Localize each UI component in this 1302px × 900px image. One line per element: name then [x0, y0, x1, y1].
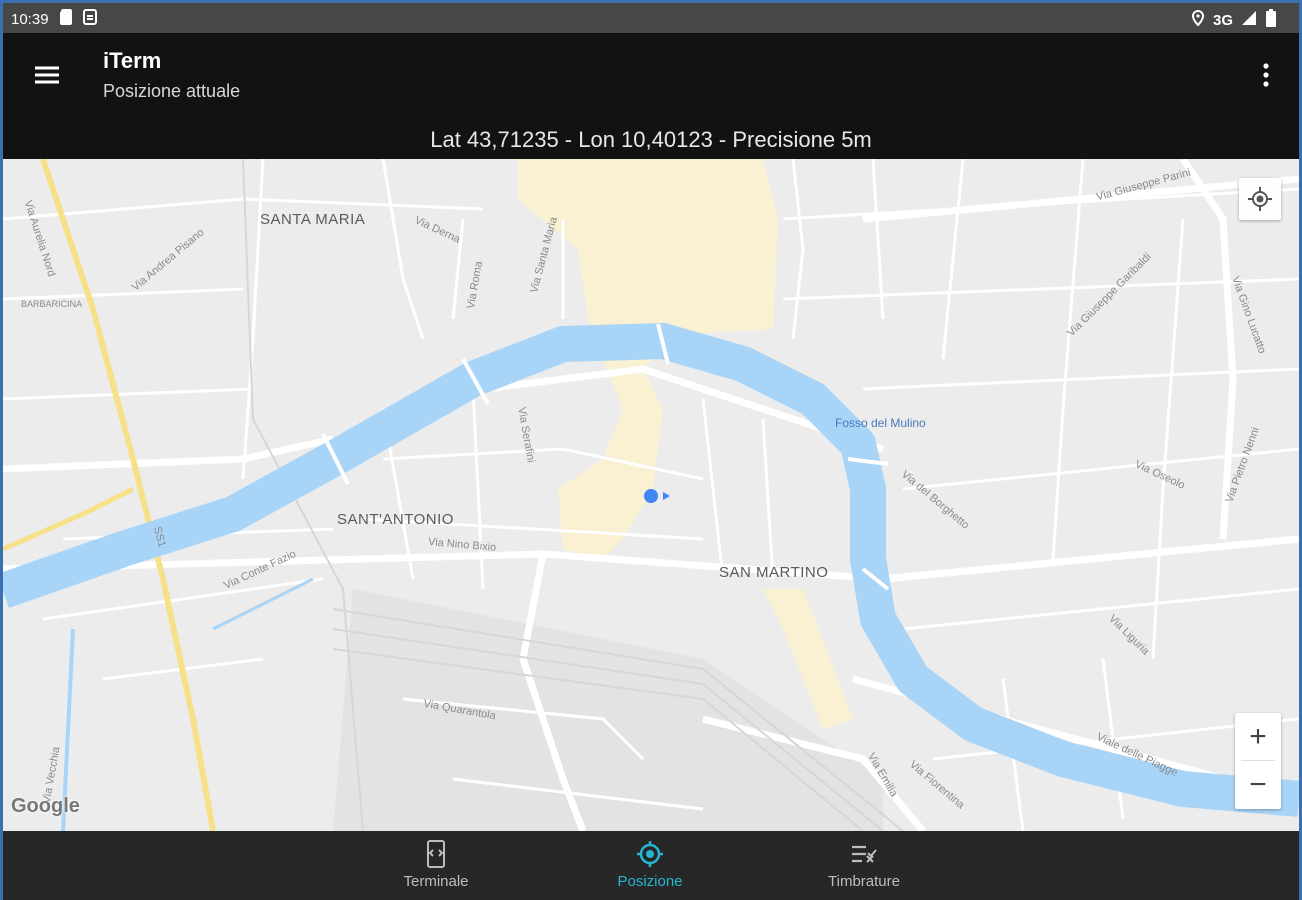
network-type: 3G: [1212, 11, 1233, 29]
map-canvas: [3, 159, 1299, 831]
phone-terminal-icon: [427, 840, 445, 868]
battery-icon: [1265, 9, 1277, 31]
app-bar: iTerm Posizione attuale: [3, 33, 1299, 127]
location-icon: [1191, 9, 1205, 30]
my-location-icon[interactable]: [1239, 178, 1281, 220]
app-window: 10:39 3G iTerm Posizione attuale Lat 43,…: [0, 0, 1302, 900]
gps-target-icon: [637, 841, 663, 867]
more-vertical-icon[interactable]: [1251, 59, 1281, 93]
download-icon: [82, 9, 97, 29]
current-location-marker: [644, 489, 658, 503]
hamburger-menu-icon[interactable]: [29, 57, 65, 93]
water-label: Fosso del Mulino: [835, 416, 926, 430]
nav-label: Posizione: [617, 873, 683, 890]
bottom-navigation: Terminale Posizione Timbrature: [3, 831, 1299, 900]
area-label: SANT'ANTONIO: [337, 511, 454, 528]
nav-timbrature[interactable]: Timbrature: [809, 839, 919, 899]
small-area-label: BARBARICINA: [21, 299, 83, 309]
signal-icon: [1241, 10, 1257, 30]
location-info: Lat 43,71235 - Lon 10,40123 - Precisione…: [3, 127, 1299, 159]
nav-label: Terminale: [403, 873, 469, 890]
checklist-icon: [852, 845, 877, 863]
area-label: SANTA MARIA: [260, 211, 366, 228]
google-logo: Google: [11, 795, 80, 817]
app-subtitle: Posizione attuale: [103, 81, 241, 101]
map-view[interactable]: SANTA MARIA SANT'ANTONIO SAN MARTINO BAR…: [3, 159, 1299, 831]
nav-terminale[interactable]: Terminale: [381, 839, 491, 899]
app-title: iTerm: [103, 48, 162, 73]
zoom-in-button[interactable]: +: [1235, 713, 1281, 761]
nav-label: Timbrature: [828, 873, 900, 890]
nav-posizione[interactable]: Posizione: [595, 839, 705, 899]
zoom-controls: + −: [1235, 713, 1281, 809]
status-bar: 10:39 3G: [3, 3, 1299, 33]
zoom-out-button[interactable]: −: [1235, 761, 1281, 809]
status-time: 10:39: [11, 10, 49, 28]
sd-card-icon: [59, 9, 73, 29]
area-label: SAN MARTINO: [719, 564, 829, 581]
